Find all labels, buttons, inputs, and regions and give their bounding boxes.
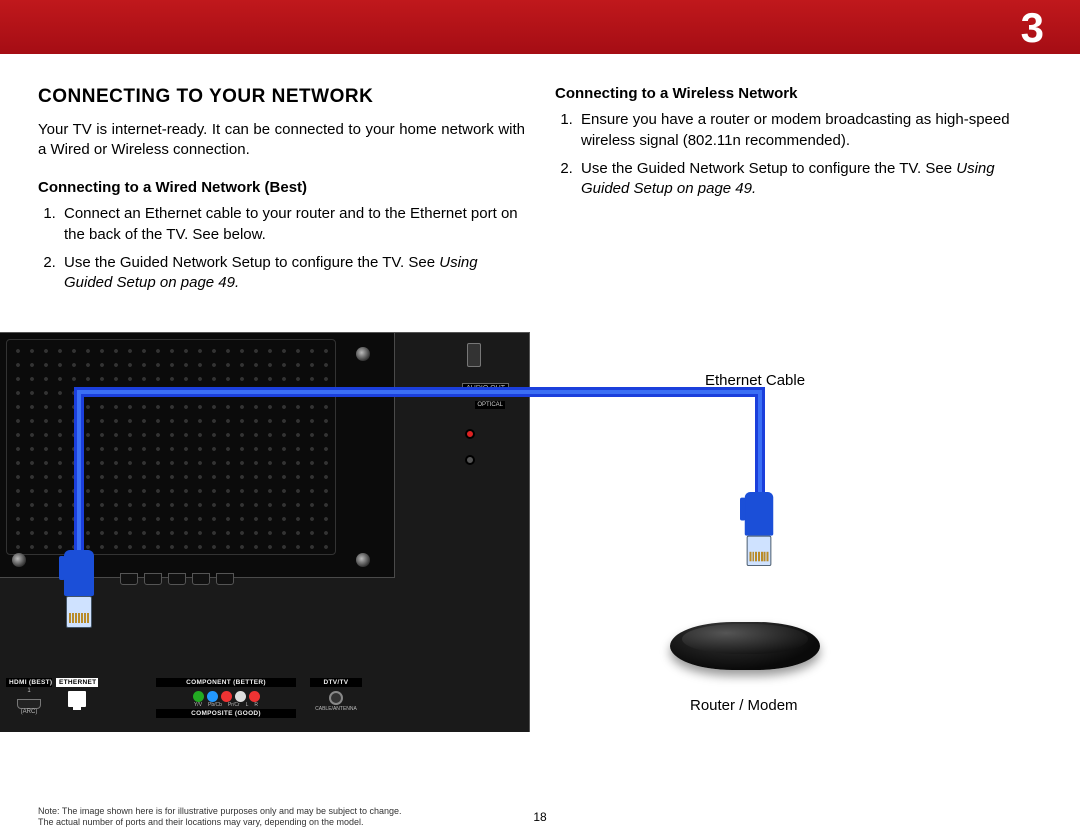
wireless-heading: Connecting to a Wireless Network [555,84,1042,104]
tv-inner-panel [0,333,395,578]
rca-blue-icon [207,691,218,702]
diagram-area: AUDIO OUT OPTICAL HDMI (BEST) 1 (ARC) ET… [0,332,1080,762]
component-port-block: COMPONENT (BETTER) Y/VPb/CbPr/CrLR COMPO… [156,678,296,718]
intro-text: Your TV is internet-ready. It can be con… [38,120,525,161]
screw-icon [356,553,370,567]
chapter-number: 3 [1021,4,1044,52]
screw-icon [356,347,370,361]
left-column: CONNECTING TO YOUR NETWORK Your TV is in… [38,84,525,305]
usb-port-icon [467,343,481,367]
rj45-plug-tv [62,550,96,628]
router-illustration [670,622,820,682]
rca-green-icon [193,691,204,702]
wired-steps: Connect an Ethernet cable to your router… [38,204,525,293]
bottom-port-strip: HDMI (BEST) 1 (ARC) ETHERNET COMPONENT (… [0,672,370,732]
wireless-steps: Ensure you have a router or modem broadc… [555,110,1042,199]
ethernet-socket-icon [68,691,86,707]
audio-out-label: AUDIO OUT [462,383,509,394]
hdmi-port-block: HDMI (BEST) 1 (ARC) [6,678,52,718]
hdmi-side-row [120,573,234,585]
wired-step-1: Connect an Ethernet cable to your router… [60,204,525,245]
hdmi-socket-icon [17,699,41,709]
wired-step-2: Use the Guided Network Setup to configur… [60,253,525,294]
wireless-step-2: Use the Guided Network Setup to configur… [577,159,1042,200]
header-bar: 3 [0,0,1080,54]
rca-red-icon [221,691,232,702]
optical-label: OPTICAL [475,401,505,409]
page-number-footer: 18 [533,810,546,824]
speaker-grill [6,339,336,555]
audio-jack-r [465,429,475,439]
wired-heading: Connecting to a Wired Network (Best) [38,178,525,198]
page-title: CONNECTING TO YOUR NETWORK [38,84,525,110]
tv-back-illustration: AUDIO OUT OPTICAL HDMI (BEST) 1 (ARC) ET… [0,332,530,732]
footnote: Note: The image shown here is for illust… [38,806,568,828]
screw-icon [12,553,26,567]
right-column: Connecting to a Wireless Network Ensure … [555,84,1042,305]
dtv-port-block: DTV/TV CABLE/ANTENNA [310,678,362,718]
ethernet-port-block: ETHERNET [56,678,98,718]
router-label: Router / Modem [690,697,798,714]
coax-icon [329,691,343,705]
content-columns: CONNECTING TO YOUR NETWORK Your TV is in… [0,54,1080,305]
rca-red2-icon [249,691,260,702]
ethernet-cable-label: Ethernet Cable [705,372,805,389]
back-of-tv-label: BACK OF TV [38,776,142,796]
rj45-plug-router [743,492,775,566]
wireless-step-1: Ensure you have a router or modem broadc… [577,110,1042,151]
audio-jack-l [465,455,475,465]
rca-white-icon [235,691,246,702]
